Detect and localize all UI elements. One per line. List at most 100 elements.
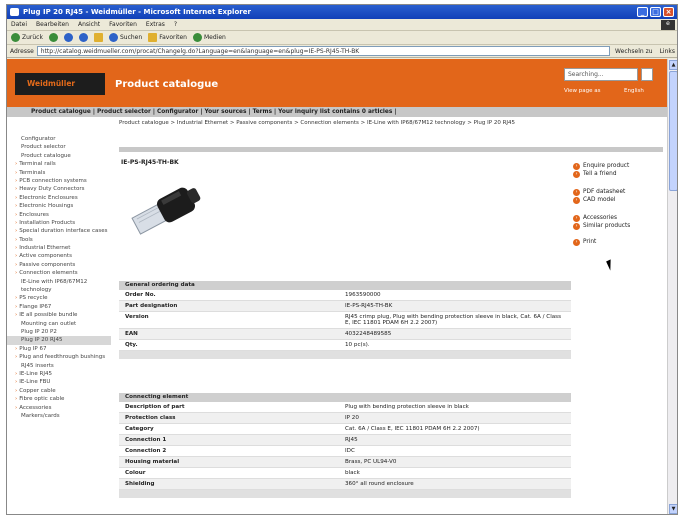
table-row: Category Cat. 6A / Class E, IEC 11801 PDA… <box>119 424 571 435</box>
refresh-icon <box>78 33 88 42</box>
arrow-icon: › <box>573 163 580 170</box>
row-label: Version <box>125 314 149 320</box>
sidebar-item[interactable]: Industrial Ethernet <box>7 244 111 252</box>
sidebar-item[interactable]: technology <box>7 286 111 294</box>
sidebar-item[interactable]: PS recycle <box>7 294 111 302</box>
sidebar-item[interactable]: Heavy Duty Connectors <box>7 185 111 193</box>
sidebar-item[interactable]: Plug IP 20 RJ45 <box>7 336 111 345</box>
back-icon <box>11 33 20 42</box>
forward-button[interactable] <box>48 33 58 42</box>
language-select[interactable]: English <box>624 88 644 94</box>
breadcrumb[interactable]: Product catalogue > Industrial Ethernet … <box>119 120 515 126</box>
refresh-button[interactable] <box>78 33 88 42</box>
sidebar-item[interactable]: Plug IP 20 P2 <box>7 328 111 336</box>
sidebar-item[interactable]: Flange IP67 <box>7 303 111 311</box>
maximize-button[interactable]: □ <box>650 7 661 17</box>
menu-item[interactable]: Favoriten <box>109 21 137 28</box>
scroll-up-arrow[interactable]: ▲ <box>669 60 677 70</box>
row-value: IDC <box>345 448 355 454</box>
sidebar-item[interactable]: Markers/cards <box>7 412 111 420</box>
table-row: Order No. 1963590000 <box>119 290 571 301</box>
sidebar-item[interactable]: Installation Products <box>7 219 111 227</box>
go-button[interactable]: Wechseln zu <box>613 48 655 55</box>
sidebar-item[interactable]: Plug and feedthrough bushings <box>7 353 111 361</box>
sidebar-item[interactable]: IE-Line with IP68/67M12 <box>7 278 111 286</box>
top-navigation[interactable]: Product catalogue | Product selector | C… <box>7 107 667 117</box>
sidebar-item[interactable]: Product selector <box>7 143 111 151</box>
sidebar-item[interactable]: Configurator <box>7 135 111 143</box>
back-button[interactable]: Zurück <box>11 33 43 42</box>
window-title: Plug IP 20 RJ45 - Weidmüller - Microsoft… <box>23 8 251 16</box>
sidebar-item[interactable]: Passive components <box>7 261 111 269</box>
sidebar-item[interactable]: Accessories <box>7 404 111 412</box>
menu-item[interactable]: ? <box>174 21 177 28</box>
row-value: Brass, PC UL94-V0 <box>345 459 397 465</box>
table-section-title: General ordering data <box>119 281 571 290</box>
scroll-down-arrow[interactable]: ▼ <box>669 504 677 514</box>
menu-item[interactable]: Bearbeiten <box>36 21 69 28</box>
sidebar-item[interactable]: Product catalogue <box>7 152 111 160</box>
home-button[interactable] <box>93 33 103 42</box>
sidebar-item[interactable]: Terminal rails <box>7 160 111 168</box>
sidebar-item[interactable]: Mounting can outlet <box>7 320 111 328</box>
row-label: EAN <box>125 331 138 337</box>
vertical-scrollbar[interactable]: ▲ ▼ <box>667 59 677 514</box>
minimize-button[interactable]: _ <box>637 7 648 17</box>
search-button[interactable]: Suchen <box>108 33 142 42</box>
sidebar-item[interactable]: Active components <box>7 252 111 260</box>
similar-icon: › <box>573 223 580 230</box>
weidmueller-logo[interactable]: Weidmüller <box>15 73 105 95</box>
sidebar-item[interactable]: Special duration interface cases <box>7 227 111 235</box>
action-link[interactable]: › Enquire product <box>573 163 629 170</box>
sidebar-item[interactable]: IE all possible bundle <box>7 311 111 319</box>
sidebar-item[interactable]: Terminals <box>7 169 111 177</box>
row-value: 1963590000 <box>345 292 381 298</box>
action-link[interactable]: › Tell a friend <box>573 171 617 178</box>
table-section-title: Connecting element <box>119 393 571 402</box>
sidebar-item[interactable]: Electronic Housings <box>7 202 111 210</box>
sidebar-item[interactable]: PCB connection systems <box>7 177 111 185</box>
menu-bar: Datei Bearbeiten Ansicht Favoriten Extras? e <box>7 19 677 31</box>
sidebar-item[interactable]: Plug IP 67 <box>7 345 111 353</box>
url-input[interactable]: http://catalog.weidmueller.com/procat/Ch… <box>36 46 611 56</box>
close-button[interactable]: × <box>663 7 674 17</box>
menu-item[interactable]: Ansicht <box>78 21 100 28</box>
product-image <box>131 187 201 235</box>
sidebar-item[interactable]: Tools <box>7 236 111 244</box>
row-label: Connection 2 <box>125 448 167 454</box>
site-search-input[interactable]: Searching... <box>564 68 638 81</box>
media-button[interactable]: Medien <box>192 33 226 42</box>
sidebar-item[interactable]: IE-Line FBU <box>7 378 111 386</box>
row-value: 10 pc(s). <box>345 342 370 348</box>
favorites-button[interactable]: Favoriten <box>148 33 187 42</box>
stop-button[interactable] <box>63 33 73 42</box>
sidebar-item[interactable]: Copper cable <box>7 387 111 395</box>
sidebar-item[interactable]: Enclosures <box>7 211 111 219</box>
sidebar-item[interactable]: Fibre optic cable <box>7 395 111 403</box>
menu-item[interactable]: Datei <box>11 21 27 28</box>
sidebar-item[interactable]: Connection elements <box>7 269 111 277</box>
sidebar-item[interactable]: Electronic Enclosures <box>7 194 111 202</box>
web-page: Weidmüller Product catalogue Searching..… <box>7 59 667 514</box>
print-icon: › <box>573 239 580 246</box>
row-label: Shielding <box>125 481 155 487</box>
accessories-icon: › <box>573 215 580 222</box>
menu-item[interactable]: Extras <box>146 21 165 28</box>
action-link[interactable]: › Print <box>573 239 596 246</box>
pdf-icon: › <box>573 189 580 196</box>
table-row: Shielding 360° all round enclosure <box>119 479 571 490</box>
row-value: IP 20 <box>345 415 359 421</box>
row-label: Part designation <box>125 303 178 309</box>
action-link[interactable]: › Similar products <box>573 223 630 230</box>
action-link[interactable]: › CAD model <box>573 197 615 204</box>
view-page-label: View page as <box>564 88 601 94</box>
scroll-thumb[interactable] <box>669 71 677 191</box>
sidebar-item[interactable]: RJ45 inserts <box>7 362 111 370</box>
search-submit-button[interactable] <box>641 68 653 81</box>
action-link[interactable]: › Accessories <box>573 215 617 222</box>
table-row: Colour black <box>119 468 571 479</box>
links-button[interactable]: Links <box>658 48 677 55</box>
sidebar-item[interactable]: IE-Line RJ45 <box>7 370 111 378</box>
table-separator <box>119 490 571 498</box>
action-link[interactable]: › PDF datasheet <box>573 189 625 196</box>
